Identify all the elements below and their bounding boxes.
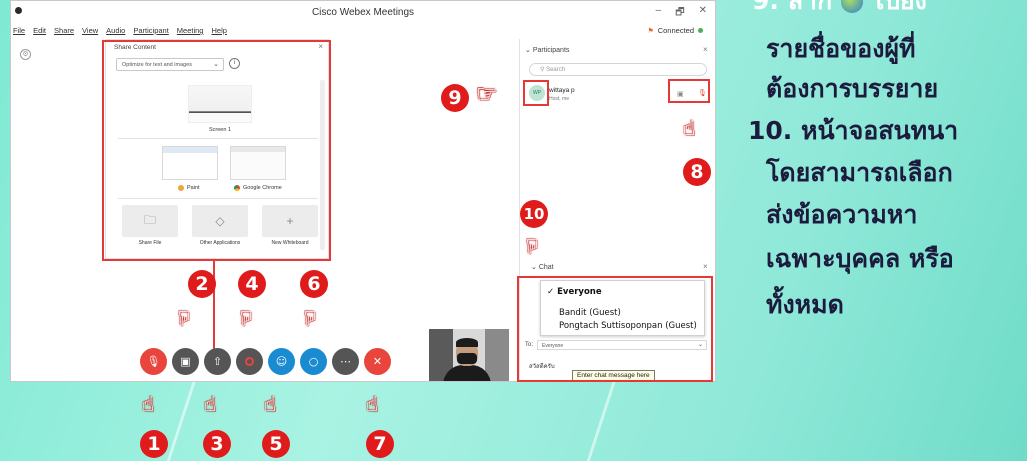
mic-muted-icon: 🎙 bbox=[146, 355, 161, 368]
share-panel-highlight bbox=[102, 40, 331, 261]
participant-search-input[interactable]: ⚲ Search bbox=[529, 63, 707, 76]
more-options-button[interactable]: ⋯ bbox=[332, 348, 359, 375]
search-placeholder: Search bbox=[546, 67, 566, 73]
menu-view[interactable]: View bbox=[82, 26, 98, 35]
instruction-line-4: 10. หน้าจอสนทนา bbox=[748, 116, 959, 145]
chat-header[interactable]: ⌄ Chat bbox=[531, 263, 554, 271]
annotation-number-6: 6 bbox=[300, 270, 328, 298]
pointing-hand-icon: ☝ bbox=[178, 306, 191, 330]
share-connector-line bbox=[213, 261, 215, 351]
participants-button[interactable]: ☺ bbox=[268, 348, 295, 375]
close-icon[interactable]: × bbox=[703, 262, 708, 271]
menu-participant[interactable]: Participant bbox=[133, 26, 168, 35]
instruction-line-6: ส่งข้อความหา bbox=[766, 200, 918, 229]
avatar-highlight bbox=[523, 80, 549, 106]
menu-share[interactable]: Share bbox=[54, 26, 74, 35]
annotation-number-1: 1 bbox=[140, 430, 168, 458]
connection-status: ⚑ Connected bbox=[647, 26, 703, 35]
status-dot-icon bbox=[698, 28, 703, 33]
record-icon bbox=[245, 357, 254, 366]
minimize-icon[interactable]: – bbox=[656, 5, 662, 22]
menu-edit[interactable]: Edit bbox=[33, 26, 46, 35]
menu-bar: File Edit Share View Audio Participant M… bbox=[11, 25, 715, 39]
instruction-line-1: 9. ลาก ไปยัง bbox=[752, 0, 927, 16]
annotation-number-10: 10 bbox=[520, 200, 548, 228]
pointing-hand-icon: ☝ bbox=[366, 392, 379, 416]
self-video-preview[interactable] bbox=[429, 329, 509, 381]
background-stripe bbox=[166, 380, 197, 461]
participants-header[interactable]: ⌄ Participants bbox=[525, 46, 569, 54]
chat-bubble-icon: ○ bbox=[308, 355, 319, 368]
video-camera-icon: ▣ bbox=[180, 355, 191, 368]
instruction-line-2: รายชื่อของผู้ที่ bbox=[766, 34, 916, 63]
chat-recipient-dropdown: ✓ Everyone Bandit (Guest) Pongtach Sutti… bbox=[540, 280, 705, 336]
video-person-mask bbox=[457, 353, 477, 364]
video-person-hair bbox=[456, 338, 478, 347]
chevron-down-icon: ⌄ bbox=[525, 47, 533, 54]
participant-name: wittaya p bbox=[549, 87, 575, 94]
person-icon: ☺ bbox=[275, 355, 288, 368]
background-stripe bbox=[586, 380, 617, 461]
dropdown-option-label: Everyone bbox=[557, 287, 602, 297]
instruction-line-8: ทั้งหมด bbox=[766, 290, 844, 319]
participant-controls-highlight bbox=[668, 79, 710, 103]
chat-button[interactable]: ○ bbox=[300, 348, 327, 375]
connection-status-label: Connected bbox=[657, 26, 694, 35]
pointing-hand-icon: ☝ bbox=[264, 392, 277, 416]
menu-meeting[interactable]: Meeting bbox=[177, 26, 204, 35]
pointing-hand-icon: ☝ bbox=[240, 306, 253, 330]
share-button[interactable]: ⇧ bbox=[204, 348, 231, 375]
instruction-line-5: โดยสามารถเลือก bbox=[766, 158, 953, 187]
video-button[interactable]: ▣ bbox=[172, 348, 199, 375]
participant-globe-icon bbox=[840, 0, 863, 13]
mute-button[interactable]: 🎙 bbox=[140, 348, 167, 375]
annotation-number-9: 9 bbox=[441, 84, 469, 112]
pointing-hand-right-icon: ☞ bbox=[476, 80, 498, 108]
chat-header-label: Chat bbox=[538, 264, 554, 271]
window-title: Cisco Webex Meetings bbox=[311, 6, 415, 18]
maximize-icon[interactable]: 🗗 bbox=[675, 5, 684, 22]
gear-icon[interactable]: ⚙ bbox=[20, 49, 31, 60]
menu-help[interactable]: Help bbox=[211, 26, 226, 35]
x-icon: ✕ bbox=[372, 355, 383, 368]
annotation-number-7: 7 bbox=[366, 430, 394, 458]
chevron-down-icon: ⌄ bbox=[531, 264, 539, 271]
flag-icon: ⚑ bbox=[647, 27, 654, 35]
pointing-hand-icon: ☝ bbox=[204, 392, 217, 416]
close-icon[interactable]: × bbox=[703, 45, 708, 54]
instruction-line-3: ต้องการบรรยาย bbox=[766, 74, 939, 103]
record-button[interactable] bbox=[236, 348, 263, 375]
annotation-number-8: 8 bbox=[683, 158, 711, 186]
pointing-hand-icon: ☝ bbox=[683, 116, 696, 140]
annotation-number-4: 4 bbox=[238, 270, 266, 298]
participants-header-label: Participants bbox=[532, 47, 570, 54]
instruction-text: 9. ลาก bbox=[752, 0, 833, 15]
participant-role: Host, me bbox=[549, 96, 570, 102]
window-controls: – 🗗 ✕ bbox=[656, 5, 707, 22]
menu-audio[interactable]: Audio bbox=[106, 26, 125, 35]
leave-meeting-button[interactable]: ✕ bbox=[364, 348, 391, 375]
menu-file[interactable]: File bbox=[13, 26, 25, 35]
annotation-number-3: 3 bbox=[203, 430, 231, 458]
dropdown-option-bandit[interactable]: Bandit (Guest) bbox=[559, 308, 621, 318]
dropdown-option-pongtach[interactable]: Pongtach Suttisoponpan (Guest) bbox=[559, 321, 697, 331]
instruction-text: ไปยัง bbox=[871, 0, 927, 15]
check-icon: ✓ bbox=[547, 287, 555, 297]
share-icon: ⇧ bbox=[212, 355, 223, 368]
pointing-hand-icon: ☝ bbox=[304, 306, 317, 330]
annotation-number-2: 2 bbox=[188, 270, 216, 298]
close-icon[interactable]: ✕ bbox=[699, 5, 707, 22]
instruction-line-7: เฉพาะบุคคล หรือ bbox=[766, 244, 954, 273]
dropdown-option-everyone[interactable]: ✓ Everyone bbox=[547, 287, 602, 297]
annotation-number-5: 5 bbox=[262, 430, 290, 458]
pointing-hand-icon: ☝ bbox=[526, 234, 539, 258]
more-icon: ⋯ bbox=[340, 355, 351, 368]
pointing-hand-icon: ☝ bbox=[142, 392, 155, 416]
